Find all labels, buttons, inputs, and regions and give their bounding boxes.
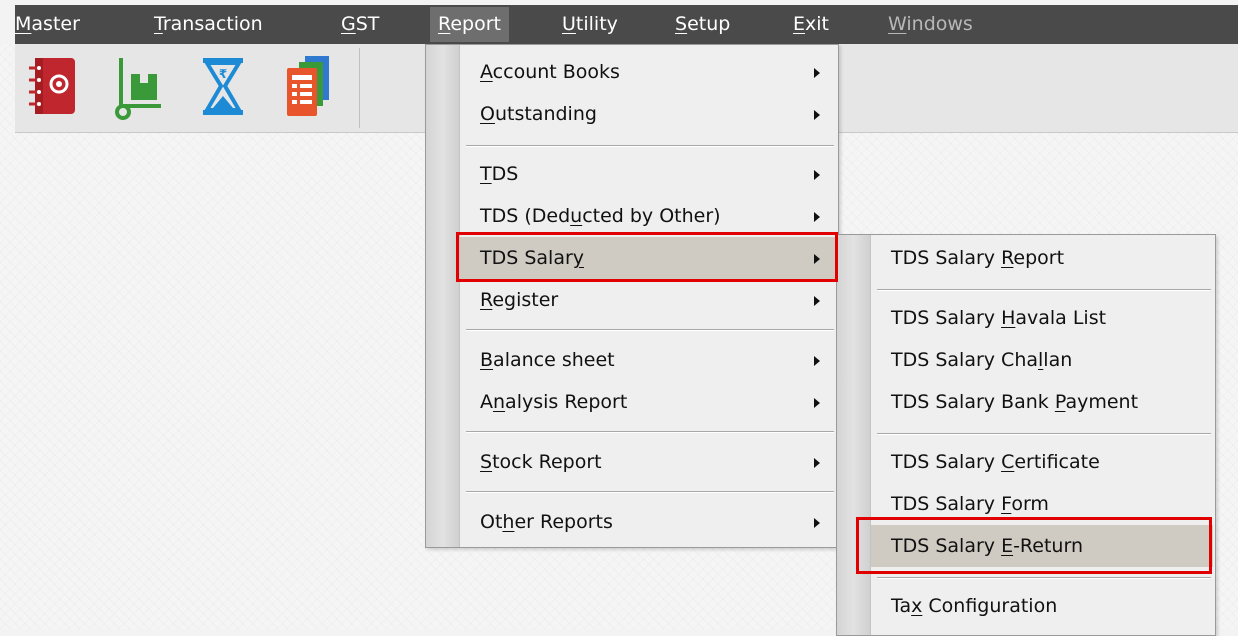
submenu-gutter (837, 235, 871, 635)
report-menu: Account Books Outstanding TDS TDS (Deduc… (425, 44, 839, 548)
submenu-arrow-icon (814, 296, 820, 306)
contacts-book-icon[interactable] (23, 52, 87, 122)
menu-item-account-books[interactable]: Account Books (460, 51, 836, 93)
menu-item-tds-deducted-by-other[interactable]: TDS (Deducted by Other) (460, 195, 836, 237)
documents-icon[interactable] (275, 52, 339, 122)
submenu-arrow-icon (814, 518, 820, 528)
menu-master[interactable]: Master (15, 5, 80, 44)
svg-text:₹: ₹ (219, 67, 227, 81)
toolbar-separator (359, 48, 360, 128)
menu-setup[interactable]: Setup (675, 5, 730, 44)
submenu-arrow-icon (814, 398, 820, 408)
submenu-arrow-icon (814, 68, 820, 78)
menu-bar: Master Transaction GST Report Utility Se… (15, 5, 1238, 44)
highlight-box-e-return (856, 517, 1212, 574)
submenu-arrow-icon (814, 170, 820, 180)
menu-separator (466, 491, 834, 493)
menu-separator (466, 431, 834, 433)
menu-report[interactable]: Report (430, 7, 509, 42)
submenu-item-tds-salary-certificate[interactable]: TDS Salary Certificate (871, 441, 1213, 483)
tds-salary-submenu: TDS Salary Report TDS Salary Havala List… (836, 234, 1216, 636)
menu-separator (466, 145, 834, 147)
menu-windows[interactable]: Windows (888, 5, 973, 44)
menu-separator (466, 329, 834, 331)
menu-transaction[interactable]: Transaction (154, 5, 263, 44)
submenu-item-tds-salary-havala-list[interactable]: TDS Salary Havala List (871, 297, 1213, 339)
menu-item-other-reports[interactable]: Other Reports (460, 501, 836, 543)
hourglass-rupee-icon[interactable]: ₹ (191, 52, 255, 122)
menu-item-tds[interactable]: TDS (460, 153, 836, 195)
trolley-box-icon[interactable] (107, 52, 171, 122)
submenu-arrow-icon (814, 458, 820, 468)
submenu-item-tds-salary-bank-payment[interactable]: TDS Salary Bank Payment (871, 381, 1213, 423)
highlight-box-tds-salary (456, 232, 838, 282)
menu-item-register[interactable]: Register (460, 279, 836, 321)
menu-utility[interactable]: Utility (562, 5, 618, 44)
menu-separator (877, 289, 1211, 291)
submenu-arrow-icon (814, 356, 820, 366)
submenu-arrow-icon (814, 212, 820, 222)
menu-exit[interactable]: Exit (793, 5, 829, 44)
menu-gutter (426, 45, 460, 547)
menu-item-outstanding[interactable]: Outstanding (460, 93, 836, 135)
submenu-item-tax-configuration[interactable]: Tax Configuration (871, 585, 1213, 627)
menu-item-analysis-report[interactable]: Analysis Report (460, 381, 836, 423)
menu-item-balance-sheet[interactable]: Balance sheet (460, 339, 836, 381)
menu-separator (877, 577, 1211, 579)
submenu-item-tds-salary-challan[interactable]: TDS Salary Challan (871, 339, 1213, 381)
submenu-arrow-icon (814, 110, 820, 120)
menu-item-stock-report[interactable]: Stock Report (460, 441, 836, 483)
submenu-item-tds-salary-report[interactable]: TDS Salary Report (871, 237, 1213, 279)
menu-gst[interactable]: GST (341, 5, 379, 44)
menu-separator (877, 433, 1211, 435)
